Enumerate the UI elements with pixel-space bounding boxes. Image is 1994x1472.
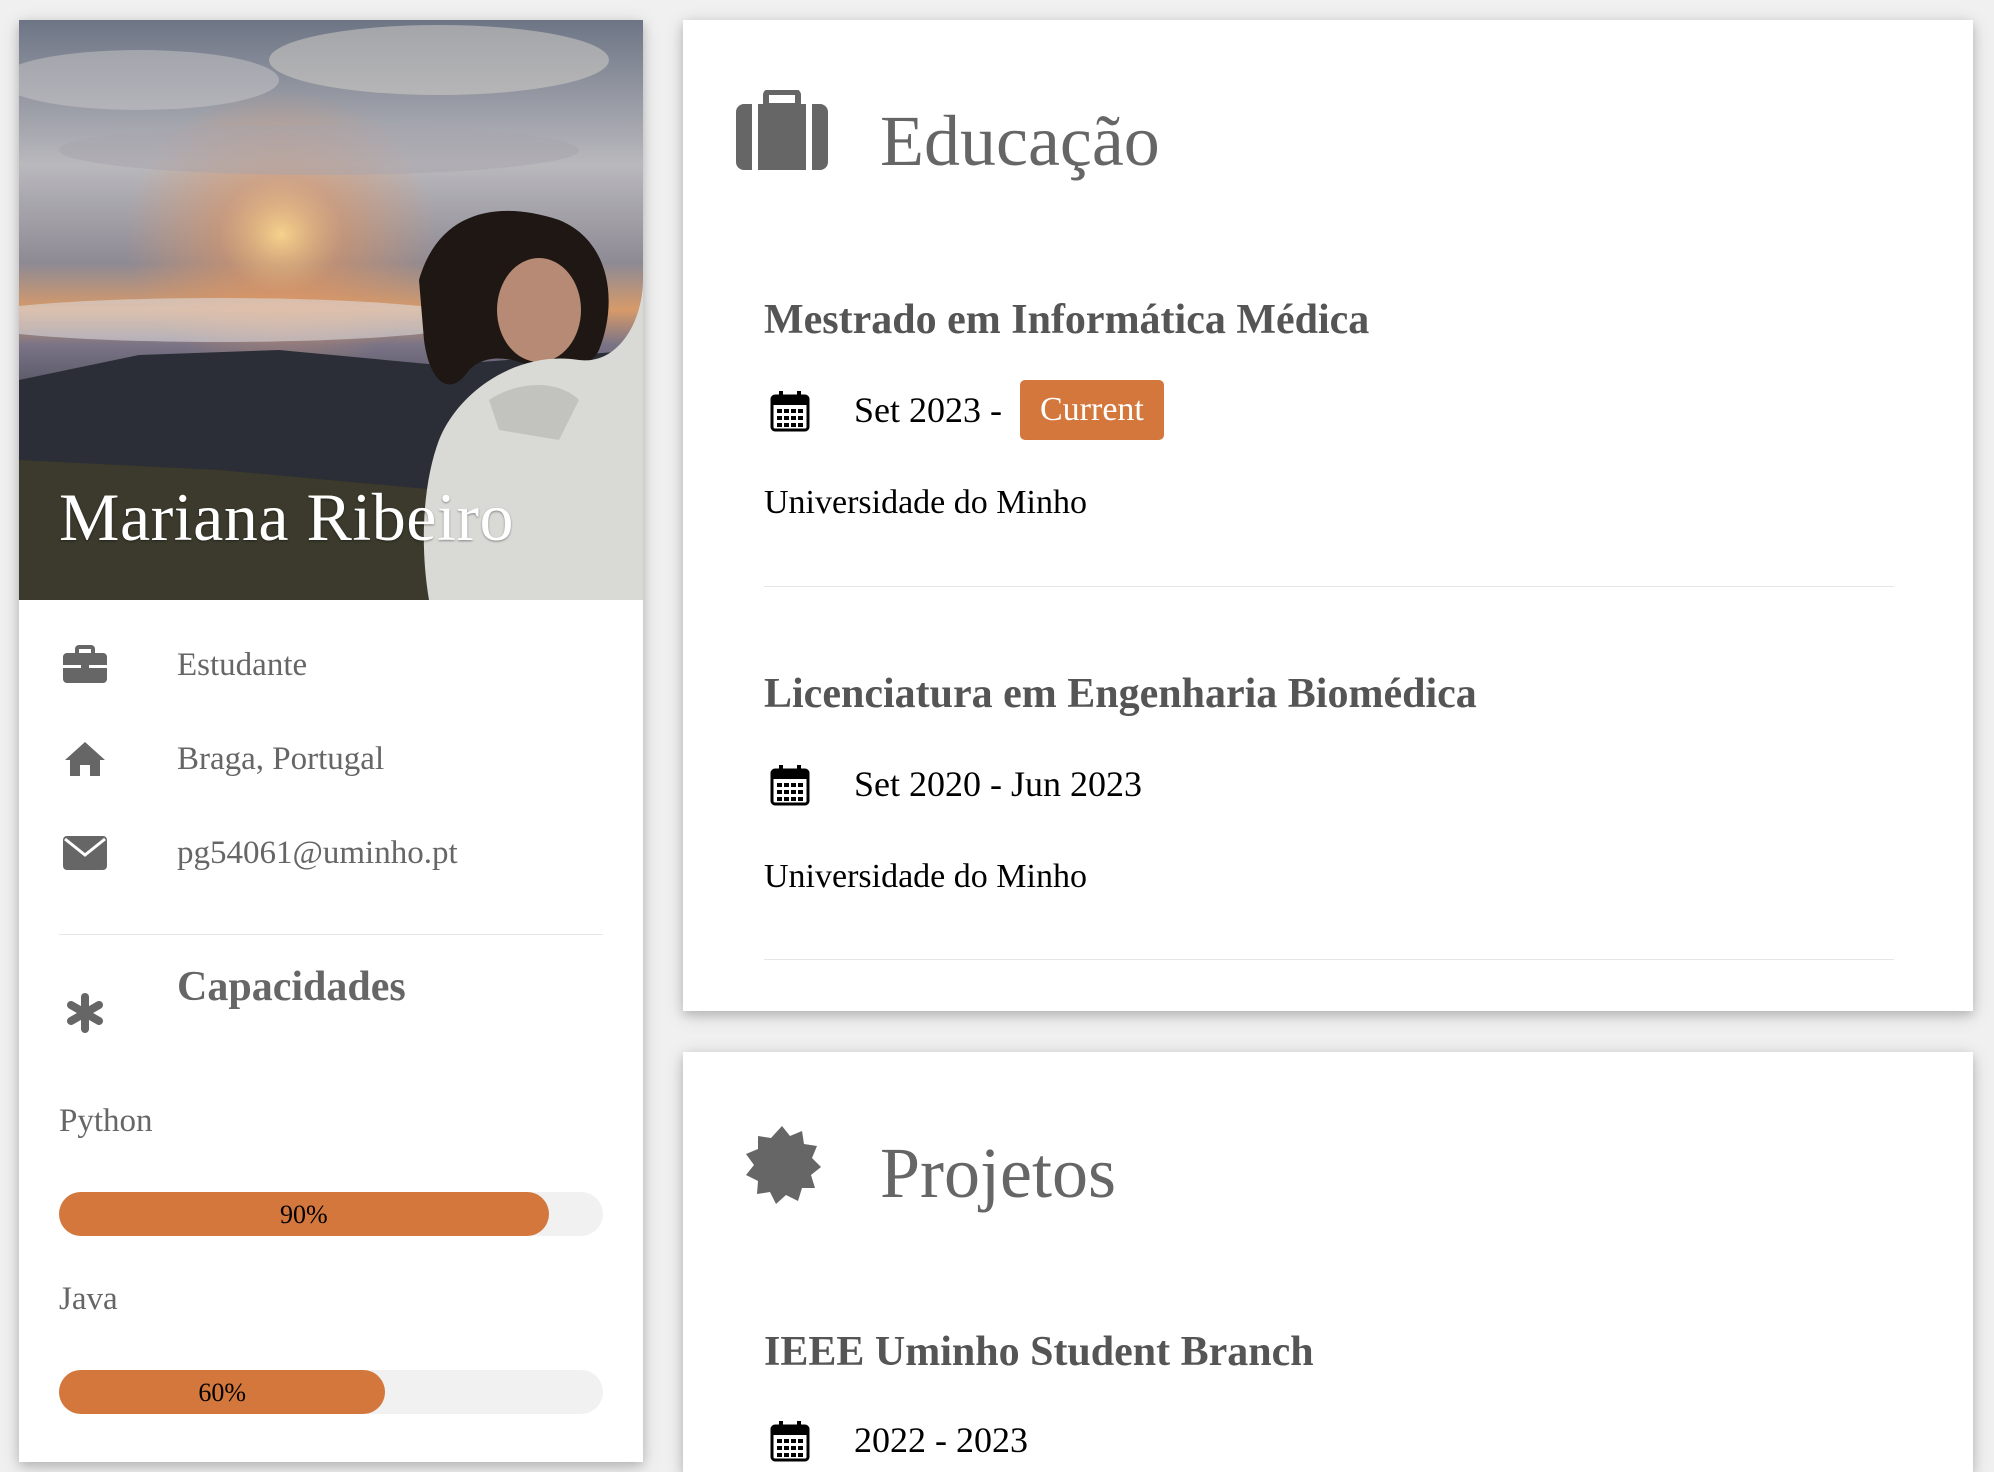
suitcase-icon bbox=[736, 89, 828, 175]
skills-heading: Capacidades bbox=[59, 964, 406, 1036]
email-text[interactable]: pg54061@uminho.pt bbox=[177, 835, 458, 872]
certificate-icon bbox=[741, 1124, 823, 1211]
location-text: Braga, Portugal bbox=[177, 740, 385, 777]
education-entry-institution: Universidade do Minho bbox=[764, 484, 1087, 521]
education-title: Educação bbox=[880, 101, 1160, 181]
info-email: pg54061@uminho.pt bbox=[59, 828, 458, 878]
skills-heading-text: Capacidades bbox=[177, 964, 406, 1010]
skill-label: Python bbox=[59, 1103, 153, 1139]
education-entry-title: Licenciatura em Engenharia Biomédica bbox=[764, 671, 1477, 717]
education-date-text: Set 2023 - bbox=[854, 390, 1002, 430]
calendar-icon bbox=[770, 764, 810, 806]
education-entry-institution: Universidade do Minho bbox=[764, 858, 1087, 895]
envelope-icon bbox=[59, 830, 111, 876]
education-entry-date: Set 2023 - bbox=[764, 380, 1002, 440]
projects-title: Projetos bbox=[880, 1133, 1117, 1213]
briefcase-icon bbox=[59, 642, 111, 688]
skill-bar-fill: 60% bbox=[59, 1370, 386, 1414]
education-card: Educação Mestrado em Informática Médica … bbox=[683, 20, 1973, 1011]
project-entry-date: 2022 - 2023 bbox=[764, 1410, 1028, 1470]
project-entry-title: IEEE Uminho Student Branch bbox=[764, 1329, 1314, 1375]
info-location: Braga, Portugal bbox=[59, 734, 384, 784]
education-divider bbox=[764, 586, 1894, 587]
occupation-text: Estudante bbox=[177, 646, 308, 683]
calendar-icon bbox=[770, 390, 810, 432]
profile-card: Mariana Ribeiro Estudante Braga, Portuga… bbox=[19, 20, 643, 1462]
skill-bar-fill: 90% bbox=[59, 1192, 549, 1236]
skill-label: Java bbox=[59, 1281, 118, 1317]
projects-card: Projetos IEEE Uminho Student Branch 2022… bbox=[683, 1052, 1973, 1472]
current-badge: Current bbox=[1020, 380, 1164, 440]
education-entry-date: Set 2020 - Jun 2023 bbox=[764, 754, 1142, 814]
education-entry-title: Mestrado em Informática Médica bbox=[764, 297, 1370, 343]
project-date-text: 2022 - 2023 bbox=[854, 1420, 1028, 1460]
asterisk-icon bbox=[59, 990, 111, 1036]
education-date-text: Set 2020 - Jun 2023 bbox=[854, 764, 1142, 804]
profile-divider bbox=[59, 934, 603, 935]
calendar-icon bbox=[770, 1420, 810, 1462]
info-occupation: Estudante bbox=[59, 640, 307, 690]
skill-bar: 60% bbox=[59, 1370, 603, 1414]
profile-name: Mariana Ribeiro bbox=[59, 479, 515, 555]
home-icon bbox=[59, 736, 111, 782]
education-divider bbox=[764, 959, 1894, 960]
skill-bar: 90% bbox=[59, 1192, 603, 1236]
profile-photo: Mariana Ribeiro bbox=[19, 20, 643, 600]
